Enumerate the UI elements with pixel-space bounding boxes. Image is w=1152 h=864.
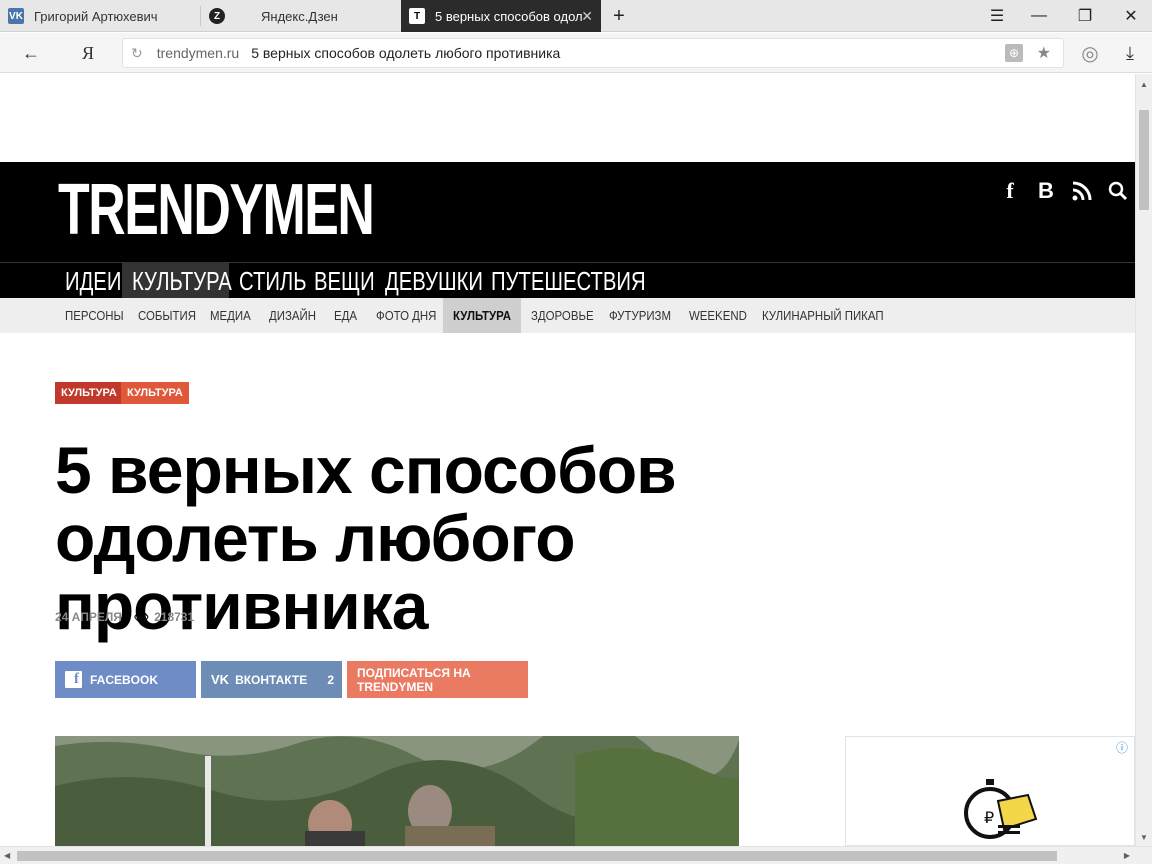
article-meta: 24 АПРЕЛЯ 👁 218731	[55, 610, 194, 624]
url-domain: trendymen.ru	[156, 45, 240, 61]
horizontal-scrollbar[interactable]: ◀ ▶	[0, 846, 1152, 864]
subnav-culture[interactable]: КУЛЬТУРА	[443, 298, 521, 333]
advertisement-block[interactable]: ⓘ ₽	[845, 736, 1135, 846]
nav-label: ПУТЕШЕСТВИЯ	[491, 266, 646, 296]
nav-label: КУЛЬТУРА	[132, 266, 232, 296]
new-tab-button[interactable]: +	[600, 0, 638, 32]
scroll-right-arrow-icon[interactable]: ▶	[1124, 851, 1130, 860]
downloads-icon[interactable]: ⤓	[1114, 37, 1146, 69]
translate-icon[interactable]: ⊕	[1005, 44, 1023, 62]
ad-info-icon[interactable]: ⓘ	[1116, 739, 1128, 756]
article-hero-image	[55, 736, 739, 846]
tab-trendymen-active[interactable]: T 5 верных способов одолеть любого проти…	[401, 0, 601, 32]
browser-tab-bar: VK Григорий Артюхевич Z Яндекс.Дзен T 5 …	[0, 0, 1152, 32]
subscribe-label: ПОДПИСАТЬСЯ НА TRENDYMEN	[357, 665, 471, 694]
vk-favicon-icon: VK	[8, 8, 24, 24]
scroll-down-arrow-icon[interactable]: ▼	[1140, 833, 1148, 842]
facebook-share-label: FACEBOOK	[90, 672, 159, 687]
nav-things[interactable]: ВЕЩИ	[304, 263, 375, 299]
vk-icon[interactable]: B	[1034, 176, 1058, 206]
category-tag[interactable]: КУЛЬТУРА	[55, 382, 123, 404]
vk-icon: VK	[211, 672, 230, 687]
subscribe-button[interactable]: ПОДПИСАТЬСЯ НА TRENDYMEN	[347, 661, 528, 698]
bookmark-star-icon[interactable]: ★	[1037, 43, 1051, 63]
facebook-icon: f	[65, 671, 82, 688]
nav-label: ВЕЩИ	[314, 266, 375, 296]
subnav-label: WEEKEND	[689, 308, 747, 323]
zen-favicon-icon: Z	[209, 8, 225, 24]
subnav-label: МЕДИА	[210, 308, 251, 323]
article-date: 24 АПРЕЛЯ	[55, 610, 122, 624]
tab-label: Григорий Артюхевич	[34, 8, 158, 24]
back-button[interactable]: ←	[15, 37, 47, 69]
eye-icon: 👁	[133, 610, 150, 624]
tab-label: 5 верных способов одолеть любого противн…	[435, 8, 583, 24]
browser-address-bar: ← Я ↻ trendymen.ru 5 верных способов одо…	[0, 33, 1152, 73]
subnav-label: ЕДА	[334, 308, 358, 323]
nav-girls[interactable]: ДЕВУШКИ	[375, 263, 483, 299]
subnav-food[interactable]: ЕДА	[324, 298, 370, 333]
nav-label: СТИЛЬ	[239, 266, 307, 296]
tab-label: Яндекс.Дзен	[261, 8, 338, 24]
yandex-home-button[interactable]: Я	[72, 37, 104, 69]
subnav-futurism[interactable]: ФУТУРИЗМ	[599, 298, 689, 333]
ad-logo-icon: ₽	[964, 779, 1038, 839]
vertical-scrollbar[interactable]: ▲ ▼	[1135, 74, 1152, 846]
web-page: TRENDYMEN f B ИДЕИ КУЛЬТУРА СТИЛЬ ВЕЩИ Д…	[0, 74, 1135, 846]
nav-label: ДЕВУШКИ	[385, 266, 483, 296]
main-navigation: ИДЕИ КУЛЬТУРА СТИЛЬ ВЕЩИ ДЕВУШКИ ПУТЕШЕС…	[0, 262, 1135, 299]
facebook-share-button[interactable]: f FACEBOOK	[55, 661, 196, 698]
site-header: TRENDYMEN f B	[0, 162, 1135, 262]
subnav-label: КУЛЬТУРА	[453, 308, 512, 323]
scroll-left-arrow-icon[interactable]: ◀	[4, 851, 10, 860]
menu-icon[interactable]: ☰	[978, 0, 1016, 32]
rss-icon[interactable]	[1070, 176, 1094, 206]
reload-icon[interactable]: ↻	[131, 45, 143, 62]
restore-icon[interactable]: ❐	[1066, 0, 1104, 32]
subnav-culinary-pickup[interactable]: КУЛИНАРНЫЙ ПИКАП	[752, 298, 910, 333]
close-window-icon[interactable]: ✕	[1112, 0, 1150, 32]
sub-navigation: ПЕРСОНЫ СОБЫТИЯ МЕДИА ДИЗАЙН ЕДА ФОТО ДН…	[0, 298, 1135, 333]
category-tag[interactable]: КУЛЬТУРА	[121, 382, 189, 404]
url-page-title: 5 верных способов одолеть любого противн…	[251, 45, 561, 61]
subnav-label: КУЛИНАРНЫЙ ПИКАП	[762, 308, 884, 323]
subnav-media[interactable]: МЕДИА	[200, 298, 266, 333]
trendymen-favicon-icon: T	[409, 8, 425, 24]
tab-close-icon[interactable]: ✕	[581, 8, 593, 25]
site-logo[interactable]: TRENDYMEN	[58, 170, 375, 250]
horizontal-scroll-thumb[interactable]	[17, 851, 1057, 861]
facebook-icon[interactable]: f	[998, 176, 1022, 206]
subnav-label: ПЕРСОНЫ	[65, 308, 124, 323]
subnav-label: ДИЗАЙН	[269, 308, 316, 323]
minimize-icon[interactable]: —	[1020, 0, 1058, 32]
view-count: 218731	[154, 610, 195, 624]
vertical-scroll-thumb[interactable]	[1139, 110, 1149, 210]
tab-zen[interactable]: Z Яндекс.Дзен	[201, 0, 401, 32]
url-field[interactable]: ↻ trendymen.ru 5 верных способов одолеть…	[122, 38, 1064, 68]
subnav-label: ФОТО ДНЯ	[376, 308, 437, 323]
nav-ideas[interactable]: ИДЕИ	[55, 263, 122, 299]
subnav-label: ФУТУРИЗМ	[609, 308, 671, 323]
subnav-label: ЗДОРОВЬЕ	[531, 308, 594, 323]
tab-vk[interactable]: VK Григорий Артюхевич	[0, 0, 200, 32]
search-icon[interactable]	[1106, 176, 1130, 206]
subnav-design[interactable]: ДИЗАЙН	[259, 298, 332, 333]
vk-share-button[interactable]: VK ВКОНТАКТЕ 2	[201, 661, 342, 698]
nav-style[interactable]: СТИЛЬ	[229, 263, 307, 299]
subnav-photo-of-day[interactable]: ФОТО ДНЯ	[366, 298, 455, 333]
svg-text:₽: ₽	[984, 808, 994, 827]
vk-share-count: 2	[327, 672, 334, 687]
vk-share-label: ВКОНТАКТЕ	[235, 672, 308, 687]
nav-culture[interactable]: КУЛЬТУРА	[122, 263, 232, 299]
nav-label: ИДЕИ	[65, 266, 122, 296]
alice-icon[interactable]: ◎	[1074, 37, 1106, 69]
scroll-up-arrow-icon[interactable]: ▲	[1140, 80, 1148, 89]
subnav-label: СОБЫТИЯ	[138, 308, 197, 323]
nav-travel[interactable]: ПУТЕШЕСТВИЯ	[481, 263, 646, 299]
